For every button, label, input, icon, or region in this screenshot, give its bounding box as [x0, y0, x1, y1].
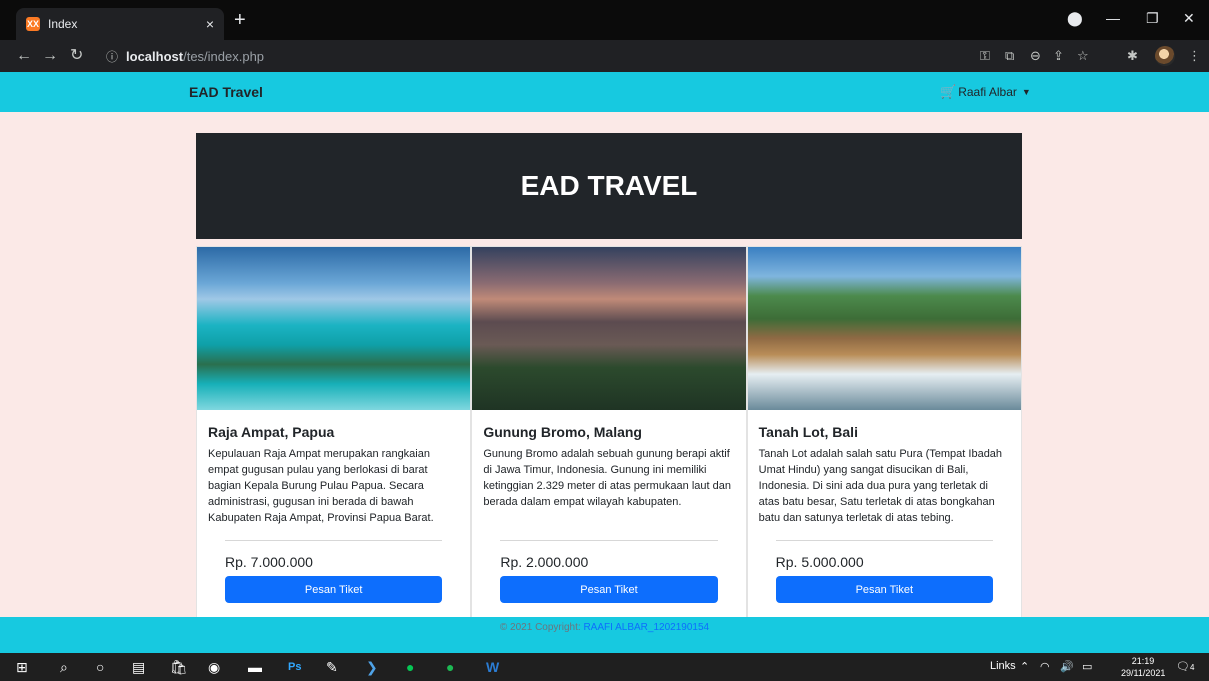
destination-card: Tanah Lot, Bali Tanah Lot adalah salah s…: [746, 246, 1022, 626]
windows-start-icon[interactable]: ⊞: [16, 659, 28, 675]
vscode-icon[interactable]: ❯: [366, 659, 378, 675]
order-ticket-button[interactable]: Pesan Tiket: [500, 576, 718, 603]
battery-icon[interactable]: ▭: [1082, 660, 1092, 673]
share-icon[interactable]: ⇪: [1053, 48, 1064, 64]
close-window-icon[interactable]: ✕: [1183, 10, 1195, 27]
order-ticket-button[interactable]: Pesan Tiket: [775, 576, 993, 603]
app-icon[interactable]: ✎: [326, 659, 338, 675]
bookmark-star-icon[interactable]: ☆: [1077, 48, 1089, 64]
hero-banner: EAD TRAVEL: [196, 133, 1022, 239]
footer-author-link[interactable]: RAAFI ALBAR_1202190154: [583, 622, 709, 633]
clock-time: 21:19: [1131, 656, 1155, 666]
card-divider: [225, 540, 443, 541]
address-bar[interactable]: ⓘ localhost /tes/index.php: [106, 44, 1156, 68]
site-navbar: EAD Travel 🛒 Raafi Albar ▼: [0, 72, 1209, 112]
caret-down-icon: ▼: [1021, 87, 1031, 97]
tab-close-icon[interactable]: ×: [206, 16, 214, 32]
user-name: Raafi Albar: [958, 85, 1017, 99]
file-explorer-icon[interactable]: ▬: [248, 659, 262, 675]
more-menu-icon[interactable]: ⋮: [1188, 48, 1201, 64]
tab-title: Index: [48, 17, 78, 31]
destination-image: [472, 247, 746, 410]
line-icon[interactable]: ●: [406, 659, 414, 675]
password-key-icon[interactable]: ⚿: [980, 48, 990, 64]
site-footer: © 2021 Copyright: RAAFI ALBAR_1202190154: [0, 617, 1209, 653]
profile-menu-icon[interactable]: ⬤: [1067, 10, 1083, 27]
zoom-icon[interactable]: ⊖: [1030, 48, 1041, 64]
windows-taskbar: ⊞ ⌕ ○ ▤ 🛍 ◉ ▬ Ps ✎ ❯ ● ● W Links ⌃ ◠ 🔊 ▭…: [0, 653, 1209, 681]
destination-card: Gunung Bromo, Malang Gunung Bromo adalah…: [471, 246, 747, 626]
search-icon[interactable]: ⌕: [60, 659, 68, 675]
destination-card: Raja Ampat, Papua Kepulauan Raja Ampat m…: [196, 246, 472, 626]
card-divider: [775, 540, 993, 541]
navbar-brand[interactable]: EAD Travel: [189, 84, 263, 100]
wifi-icon[interactable]: ◠: [1040, 660, 1050, 673]
volume-icon[interactable]: 🔊: [1060, 660, 1074, 673]
extensions-icon[interactable]: ✱: [1127, 48, 1138, 64]
notification-icon[interactable]: 🗨4: [1176, 660, 1194, 673]
page-viewport: EAD Travel 🛒 Raafi Albar ▼ EAD TRAVEL Ra…: [0, 72, 1209, 653]
tray-expand-icon[interactable]: ⌃: [1020, 660, 1029, 673]
chrome-icon[interactable]: ◉: [208, 659, 220, 675]
profile-avatar[interactable]: [1155, 46, 1175, 66]
card-title: Raja Ampat, Papua: [208, 424, 335, 440]
hero-title: EAD TRAVEL: [520, 170, 698, 201]
translate-icon[interactable]: ⧉: [1005, 48, 1014, 64]
minimize-icon[interactable]: —: [1106, 10, 1120, 26]
cart-icon[interactable]: 🛒: [940, 84, 956, 100]
word-icon[interactable]: W: [486, 659, 499, 675]
card-text: Tanah Lot adalah salah satu Pura (Tempat…: [758, 448, 1003, 524]
card-text: Kepulauan Raja Ampat merupakan rangkaian…: [208, 448, 434, 524]
user-dropdown[interactable]: 🛒 Raafi Albar ▼: [940, 84, 1031, 100]
footer-text: © 2021 Copyright: RAAFI ALBAR_1202190154: [500, 622, 709, 633]
card-divider: [500, 540, 718, 541]
photoshop-icon[interactable]: Ps: [288, 659, 301, 675]
browser-tab[interactable]: XX Index ×: [16, 8, 224, 40]
links-toolbar[interactable]: Links: [990, 660, 1016, 672]
clock-date: 29/11/2021: [1121, 668, 1166, 678]
store-icon[interactable]: 🛍: [170, 659, 188, 675]
browser-toolbar: ← → ↻ ⓘ localhost /tes/index.php ⚿ ⧉ ⊖ ⇪…: [0, 40, 1209, 72]
destination-cards: Raja Ampat, Papua Kepulauan Raja Ampat m…: [196, 246, 1022, 626]
card-price: Rp. 7.000.000: [225, 554, 313, 570]
card-price: Rp. 5.000.000: [775, 554, 864, 570]
url-path: /tes/index.php: [183, 48, 265, 64]
back-icon[interactable]: ←: [16, 46, 32, 66]
system-clock[interactable]: 21:19 29/11/2021: [1121, 655, 1165, 679]
card-price: Rp. 2.000.000: [500, 554, 589, 570]
reload-icon[interactable]: ↻: [70, 46, 83, 66]
card-title: Tanah Lot, Bali: [758, 424, 858, 440]
cortana-icon[interactable]: ○: [96, 659, 104, 675]
spotify-icon[interactable]: ●: [446, 659, 454, 675]
restore-icon[interactable]: ❐: [1146, 10, 1159, 27]
notification-count: 4: [1189, 663, 1195, 672]
new-tab-icon[interactable]: +: [234, 10, 246, 30]
site-info-icon[interactable]: ⓘ: [106, 48, 118, 65]
card-title: Gunung Bromo, Malang: [483, 424, 642, 440]
card-text: Gunung Bromo adalah sebuah gunung berapi…: [483, 448, 731, 508]
destination-image: [747, 247, 1021, 410]
footer-copyright: © 2021 Copyright:: [499, 622, 581, 633]
forward-icon[interactable]: →: [42, 46, 58, 66]
favicon-icon: XX: [26, 17, 40, 31]
order-ticket-button[interactable]: Pesan Tiket: [225, 576, 443, 603]
destination-image: [197, 247, 471, 410]
browser-tab-strip: XX Index × + ⬤ — ❐ ✕: [0, 0, 1209, 40]
url-host: localhost: [126, 48, 184, 64]
task-view-icon[interactable]: ▤: [132, 659, 145, 675]
